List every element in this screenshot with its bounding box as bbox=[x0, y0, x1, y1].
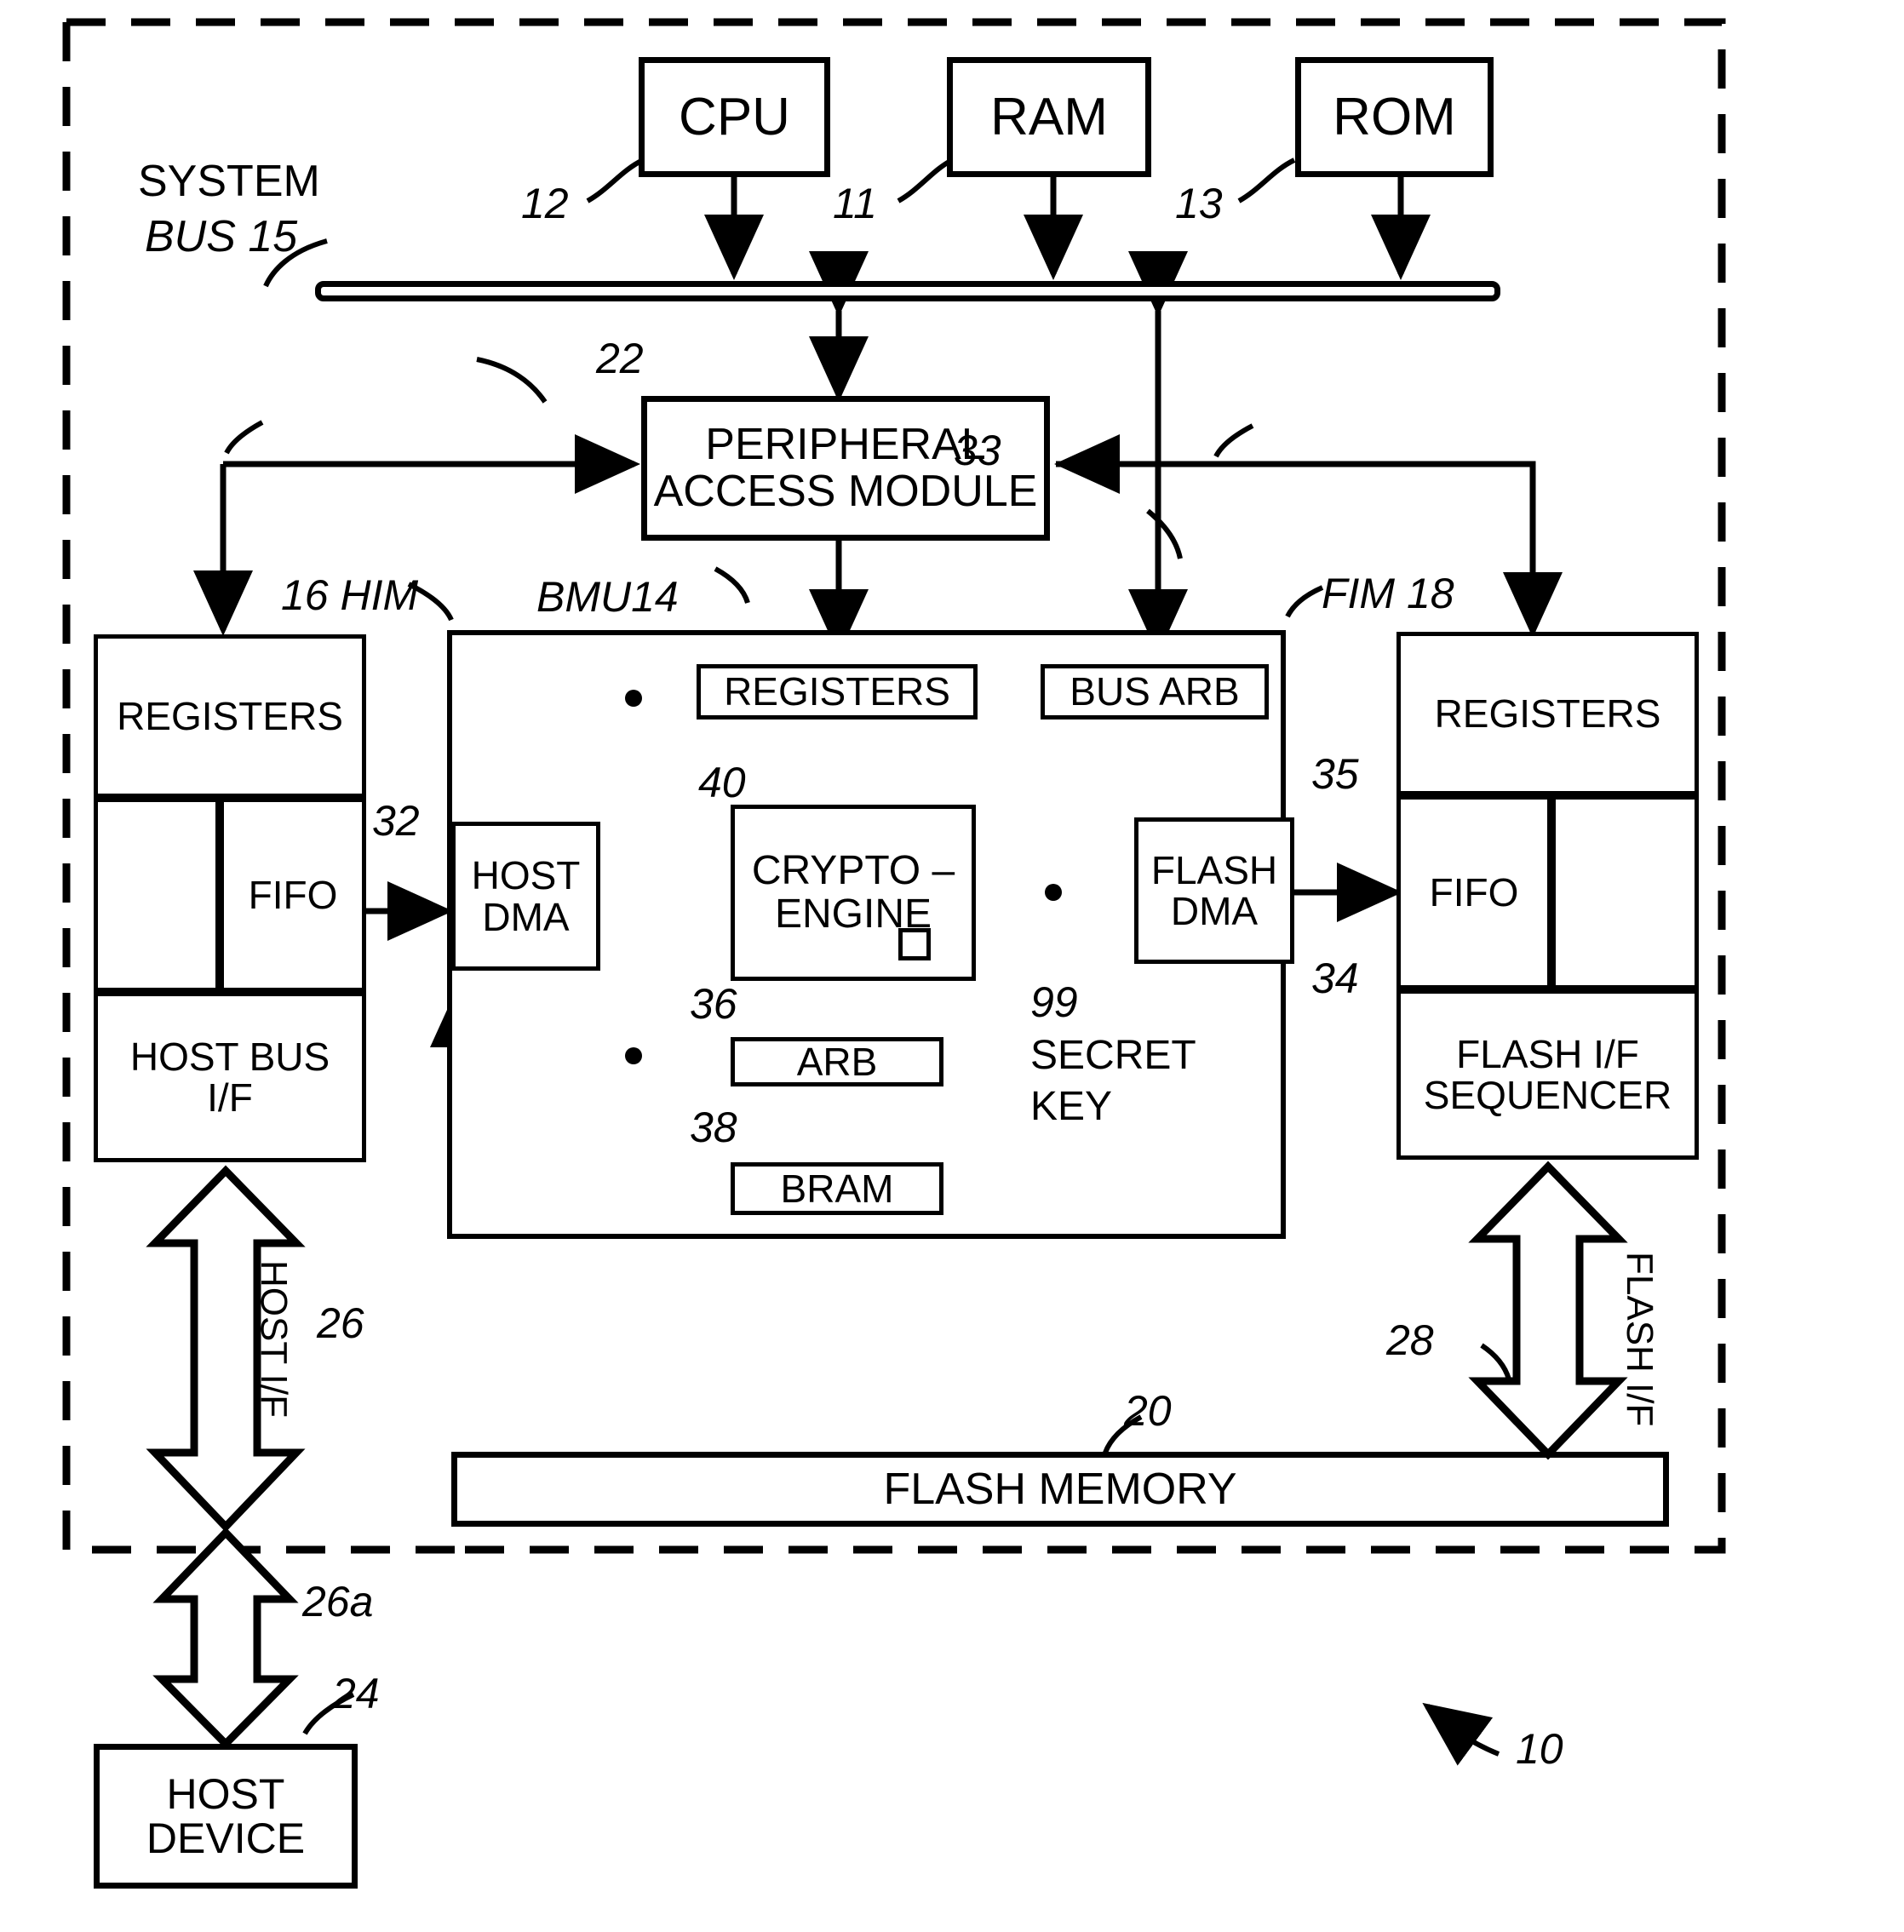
cpu-label: CPU bbox=[679, 87, 790, 146]
bram-block: BRAM bbox=[731, 1162, 943, 1215]
cpu-block: CPU bbox=[639, 57, 830, 177]
him-fifo-label: FIFO bbox=[248, 872, 338, 917]
arb-label: ARB bbox=[796, 1039, 878, 1084]
host-dma-line1: HOST bbox=[471, 853, 581, 898]
fim-sequencer-line1: FLASH I/F bbox=[1456, 1031, 1639, 1076]
fim-label: FIM 18 bbox=[1322, 570, 1454, 617]
ref-28: 28 bbox=[1386, 1316, 1434, 1364]
ref-22: 22 bbox=[596, 335, 644, 382]
flash-dma-block: FLASH DMA bbox=[1134, 817, 1294, 964]
host-device-line2: DEVICE bbox=[146, 1814, 306, 1862]
flash-memory-label: FLASH MEMORY bbox=[883, 1464, 1237, 1514]
ref-10: 10 bbox=[1516, 1725, 1563, 1773]
him-host-bus-if-line1: HOST BUS bbox=[129, 1034, 330, 1079]
rom-block: ROM bbox=[1295, 57, 1494, 177]
host-if-label: HOST I/F bbox=[253, 1260, 295, 1418]
host-device-block: HOST DEVICE bbox=[94, 1744, 358, 1889]
flash-dma-line2: DMA bbox=[1170, 889, 1259, 933]
flash-if-label: FLASH I/F bbox=[1619, 1252, 1660, 1427]
fim-registers-label: REGISTERS bbox=[1434, 691, 1661, 736]
fim-registers-cell: REGISTERS bbox=[1396, 632, 1699, 795]
fim-empty-cell bbox=[1551, 795, 1699, 989]
ram-block: RAM bbox=[947, 57, 1151, 177]
bram-label: BRAM bbox=[780, 1166, 894, 1211]
crypto-engine-line1: CRYPTO – bbox=[751, 848, 955, 894]
system-bus-bar bbox=[315, 281, 1500, 301]
him-label: 16 HIM bbox=[281, 571, 419, 619]
ref-24: 24 bbox=[332, 1670, 380, 1717]
bus-arb-block: BUS ARB bbox=[1041, 664, 1269, 719]
him-registers-label: REGISTERS bbox=[117, 693, 343, 738]
bus-arb-label: BUS ARB bbox=[1070, 669, 1240, 714]
fim-fifo-label: FIFO bbox=[1429, 869, 1519, 914]
system-bus-label-line2: BUS 15 bbox=[145, 212, 298, 261]
ref-34: 34 bbox=[1311, 955, 1359, 1002]
ref-35: 35 bbox=[1311, 750, 1359, 798]
pam-label-line1: PERIPHERAL bbox=[705, 420, 986, 470]
junction-dot-b bbox=[625, 1047, 642, 1064]
junction-dot-c bbox=[1045, 884, 1062, 901]
him-host-bus-if-cell: HOST BUS I/F bbox=[94, 992, 366, 1162]
host-dma-line2: DMA bbox=[482, 894, 570, 939]
ref-32: 32 bbox=[372, 797, 420, 845]
ref-12: 12 bbox=[521, 180, 569, 227]
bmu-registers-label: REGISTERS bbox=[724, 669, 950, 714]
ref-11: 11 bbox=[833, 180, 877, 227]
ram-label: RAM bbox=[990, 87, 1108, 146]
him-host-bus-if-line2: I/F bbox=[207, 1075, 253, 1120]
pam-label-line2: ACCESS MODULE bbox=[653, 467, 1038, 516]
secret-key-line2: KEY bbox=[1030, 1084, 1113, 1129]
him-fifo-cell: FIFO bbox=[220, 798, 366, 992]
rom-label: ROM bbox=[1333, 87, 1456, 146]
bmu-registers-block: REGISTERS bbox=[697, 664, 978, 719]
ref-40: 40 bbox=[698, 759, 746, 806]
secret-key-line1: SECRET bbox=[1030, 1033, 1196, 1078]
fim-sequencer-cell: FLASH I/F SEQUENCER bbox=[1396, 989, 1699, 1160]
flash-memory-block: FLASH MEMORY bbox=[451, 1452, 1669, 1527]
fim-sequencer-line2: SEQUENCER bbox=[1423, 1073, 1672, 1117]
ref-26: 26 bbox=[317, 1299, 364, 1347]
ref-33: 33 bbox=[954, 427, 1001, 474]
ref-38: 38 bbox=[690, 1104, 737, 1151]
flash-dma-line1: FLASH bbox=[1150, 847, 1278, 892]
ref-26a: 26a bbox=[302, 1578, 374, 1625]
host-device-line1: HOST bbox=[166, 1769, 285, 1818]
ref-13: 13 bbox=[1175, 180, 1223, 227]
host-dma-block: HOST DMA bbox=[451, 822, 600, 971]
him-registers-cell: REGISTERS bbox=[94, 634, 366, 798]
secret-key-icon bbox=[898, 928, 931, 960]
arb-block: ARB bbox=[731, 1037, 943, 1086]
junction-dot-a bbox=[625, 690, 642, 707]
system-bus-label-line1: SYSTEM bbox=[138, 157, 320, 206]
ref-99: 99 bbox=[1030, 978, 1078, 1026]
him-empty-cell bbox=[94, 798, 220, 992]
crypto-engine-block: CRYPTO – ENGINE bbox=[731, 805, 976, 981]
bmu-label: BMU14 bbox=[536, 573, 679, 621]
ref-36: 36 bbox=[690, 980, 737, 1028]
patent-figure: CPU 12 RAM 11 ROM 13 SYSTEM BUS 15 PERIP… bbox=[0, 0, 1904, 1932]
ref-20: 20 bbox=[1124, 1387, 1172, 1435]
fim-fifo-cell: FIFO bbox=[1396, 795, 1551, 989]
